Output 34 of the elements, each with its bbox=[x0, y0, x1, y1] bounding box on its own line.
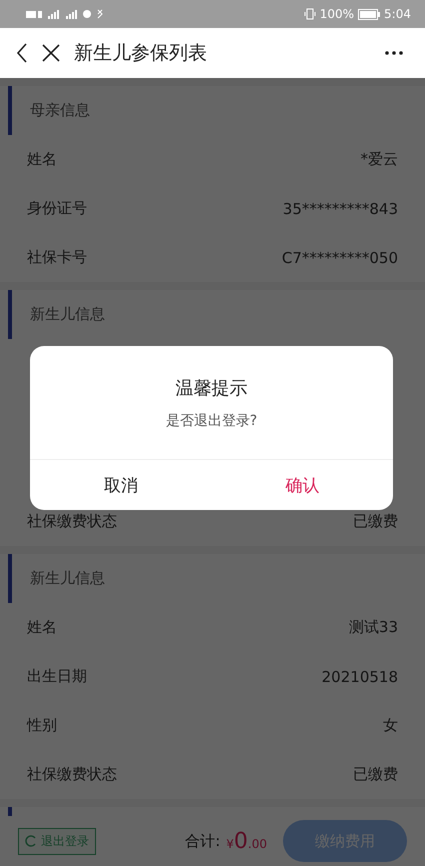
field-label: 身份证号 bbox=[27, 199, 87, 218]
refresh-icon bbox=[25, 835, 37, 847]
field-label: 社保卡号 bbox=[27, 248, 87, 267]
section-title: 新生儿信息 bbox=[30, 569, 105, 588]
field-label: 社保缴费状态 bbox=[27, 512, 117, 531]
field-label: 社保缴费状态 bbox=[27, 765, 117, 784]
field-label: 姓名 bbox=[27, 618, 57, 637]
clock-time: 5:04 bbox=[384, 7, 411, 21]
back-icon[interactable] bbox=[16, 43, 28, 63]
vibrate-icon bbox=[304, 8, 316, 20]
dialog-message: 是否退出登录? bbox=[166, 412, 258, 430]
battery-percent: 100% bbox=[320, 7, 354, 21]
total-label: 合计: bbox=[185, 832, 220, 850]
confirm-button[interactable]: 确认 bbox=[212, 460, 393, 510]
more-icon[interactable] bbox=[385, 51, 403, 55]
field-value: *爱云 bbox=[360, 150, 398, 169]
section-title: 新生儿信息 bbox=[30, 305, 105, 324]
field-value: 已缴费 bbox=[353, 512, 398, 531]
section-title: 母亲信息 bbox=[30, 101, 90, 120]
close-icon[interactable] bbox=[42, 44, 60, 62]
battery-icon bbox=[358, 8, 380, 20]
field-label: 姓名 bbox=[27, 150, 57, 169]
total-amount: ¥0.00 bbox=[226, 828, 267, 854]
field-value: 女 bbox=[383, 716, 398, 735]
field-value: 已缴费 bbox=[353, 765, 398, 784]
dialog-title: 温馨提示 bbox=[176, 377, 248, 400]
field-value: C7*********050 bbox=[282, 248, 398, 266]
field-label: 性别 bbox=[27, 716, 57, 735]
field-value: 35*********843 bbox=[282, 200, 398, 218]
page-title: 新生儿参保列表 bbox=[74, 41, 208, 66]
field-value: 测试33 bbox=[348, 618, 398, 637]
field-label: 出生日期 bbox=[27, 667, 87, 686]
field-value: 20210518 bbox=[322, 668, 398, 686]
cancel-button[interactable]: 取消 bbox=[30, 460, 212, 510]
